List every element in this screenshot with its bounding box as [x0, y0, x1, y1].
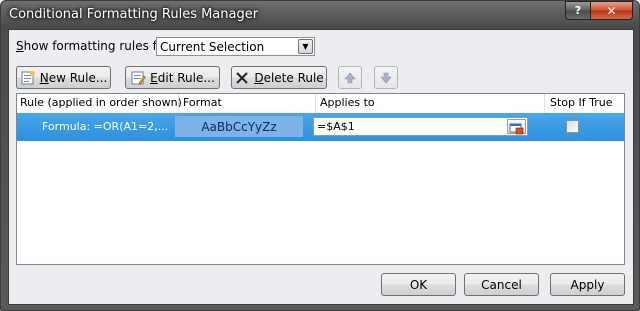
help-icon: ? — [574, 4, 582, 17]
header-applies-to[interactable]: Applies to — [320, 96, 375, 109]
new-rule-button[interactable]: New Rule... — [16, 66, 111, 89]
close-icon: ✕ — [606, 3, 617, 18]
show-rules-label: Show formatting rules for: — [16, 39, 173, 53]
new-rule-icon — [20, 70, 36, 86]
column-divider[interactable] — [315, 94, 316, 113]
dialog-title: Conditional Formatting Rules Manager — [9, 7, 259, 22]
show-rules-select[interactable]: Current Selection ▼ — [156, 37, 315, 56]
grid-header: Rule (applied in order shown) Format App… — [17, 94, 624, 114]
title-bar[interactable]: Conditional Formatting Rules Manager ? ✕ — [1, 1, 639, 28]
delete-x-icon — [234, 70, 250, 86]
dropdown-arrow-icon[interactable]: ▼ — [298, 39, 313, 54]
edit-rule-icon — [130, 70, 147, 86]
ok-label: OK — [409, 277, 428, 292]
edit-rule-label: Edit Rule... — [150, 70, 215, 85]
header-format[interactable]: Format — [183, 96, 222, 109]
cancel-label: Cancel — [481, 277, 522, 292]
move-down-button[interactable] — [374, 66, 398, 89]
rule-formula: Formula: =OR(A1=2,... — [42, 120, 169, 133]
dialog-window: Conditional Formatting Rules Manager ? ✕… — [0, 0, 640, 311]
move-down-icon — [378, 70, 394, 86]
header-rule[interactable]: Rule (applied in order shown) — [20, 96, 182, 109]
move-up-button[interactable] — [338, 66, 362, 89]
help-button[interactable]: ? — [565, 1, 591, 20]
column-divider[interactable] — [178, 94, 179, 113]
stop-if-true-checkbox[interactable] — [566, 120, 579, 133]
format-preview: AaBbCcYyZz — [175, 116, 303, 137]
show-rules-selected: Current Selection — [160, 40, 265, 54]
apply-button[interactable]: Apply — [550, 273, 625, 296]
column-divider[interactable] — [544, 94, 545, 113]
edit-rule-button[interactable]: Edit Rule... — [125, 66, 220, 89]
dialog-body: Show formatting rules for: Current Selec… — [8, 29, 634, 305]
ok-button[interactable]: OK — [381, 273, 456, 296]
close-button[interactable]: ✕ — [591, 1, 633, 20]
delete-rule-button[interactable]: Delete Rule — [231, 66, 327, 89]
rules-grid: Rule (applied in order shown) Format App… — [16, 93, 625, 265]
apply-label: Apply — [570, 277, 605, 292]
title-buttons: ? ✕ — [565, 1, 633, 20]
header-stop-if-true[interactable]: Stop If True — [550, 96, 612, 109]
applies-to-field[interactable]: =$A$1 — [313, 117, 528, 136]
delete-rule-label: Delete Rule — [254, 70, 324, 85]
applies-to-value: =$A$1 — [317, 120, 355, 133]
collapse-dialog-icon[interactable] — [507, 119, 526, 135]
table-row[interactable]: Formula: =OR(A1=2,... AaBbCcYyZz =$A$1 — [17, 113, 624, 141]
move-up-icon — [342, 70, 358, 86]
cancel-button[interactable]: Cancel — [464, 273, 539, 296]
new-rule-label: New Rule... — [39, 70, 108, 85]
